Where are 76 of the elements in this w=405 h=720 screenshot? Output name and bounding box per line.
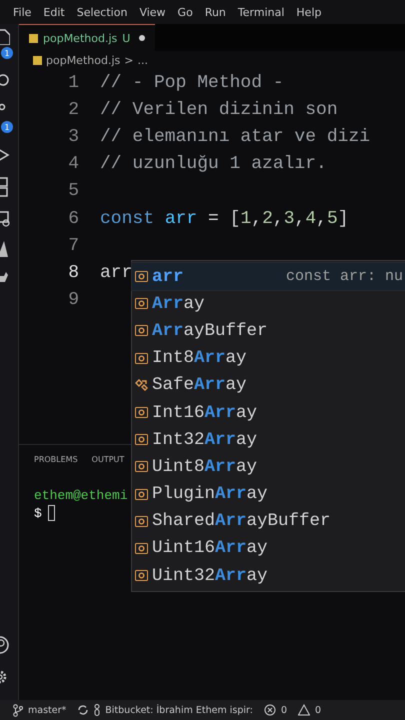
menu-item[interactable]: Run [204,6,226,18]
breadcrumb-item[interactable]: ... [137,54,148,66]
menu-item[interactable]: Go [178,6,193,18]
menu-item[interactable]: Terminal [238,6,284,18]
unsaved-dot-icon [139,35,146,41]
line-number: 6 [67,208,79,229]
suggestion-item[interactable]: SharedArrayBuffer [132,508,405,535]
warning-icon[interactable] [298,704,310,716]
suggestion-item[interactable]: ArrayBuffer [132,317,405,345]
person-icon [94,704,100,716]
warning-count: 0 [314,704,322,716]
code-line: const arr = [1,2,3,4,5] [100,208,349,229]
terminal-prompt: $ [34,506,42,520]
class-icon [135,378,148,392]
account-label[interactable]: Bitbucket: İbrahim Ethem ispir: [105,704,253,716]
line-number: 8 [67,262,79,283]
menu-item[interactable]: File [13,6,32,18]
variable-icon [135,570,148,582]
extensions-icon[interactable] [0,177,10,197]
triangle-icon[interactable] [0,241,8,257]
breadcrumb-item[interactable]: > [124,54,134,66]
line-number: 2 [67,100,79,120]
suggestion-item[interactable]: Uint16Array [132,534,405,562]
variable-icon [135,434,148,446]
play-icon[interactable] [0,147,10,163]
suggestion-item[interactable]: Uint32Array [132,562,405,590]
code-line: // - Pop Method - [100,72,284,93]
menu-item[interactable]: Help [296,6,322,18]
files-icon[interactable] [0,29,10,45]
line-number: 7 [67,236,79,256]
line-number: 4 [67,154,79,174]
error-count: 0 [280,704,287,716]
menu-item[interactable]: Edit [43,6,65,18]
js-file-icon [29,34,38,42]
panel-tab[interactable]: OUTPUT [92,455,124,464]
line-number: 9 [67,290,79,310]
variable-icon [135,542,148,554]
breadcrumb-item[interactable]: popMethod.js [46,54,120,66]
code-line: // Verilen dizinin son [100,100,338,120]
suggestion-item[interactable]: Int32Array [132,426,405,454]
account-icon[interactable] [0,636,10,654]
line-number: 3 [67,126,79,147]
suggestion-item[interactable]: Int16Array [132,398,405,426]
variable-icon [135,352,148,364]
editor-tab[interactable]: popMethod.js U [19,24,156,51]
code-line: // uzunluğu 1 azalır. [100,154,327,174]
js-file-icon [33,56,42,64]
suggestion-item[interactable]: SafeArray [132,372,405,399]
code-line: // elemanını atar ve dizi [100,126,370,147]
suggestion-item[interactable]: Uint8Array [132,453,405,480]
error-icon[interactable] [264,704,276,716]
variable-icon [135,516,148,527]
variable-icon [135,271,148,282]
menu-item[interactable]: View [139,6,166,18]
suggestion-item[interactable]: Array [132,290,405,318]
variable-icon [135,488,148,500]
suggestion-item[interactable]: arr const arr: nu [132,263,405,290]
badge: 1 [1,47,13,59]
branch-label[interactable]: master* [28,704,66,716]
panel-tab[interactable]: PROBLEMS [34,455,78,464]
suggestion-item[interactable]: PluginArray [132,480,405,508]
terminal-text: ethem@ethemi [34,488,128,503]
variable-icon [135,461,148,472]
branch-icon [13,704,23,716]
line-number: 5 [67,181,79,202]
terminal-cursor [48,505,55,521]
variable-icon [135,325,148,336]
suggestion-item[interactable]: Int8Array [132,344,405,372]
sync-icon[interactable] [77,704,90,716]
line-number: 1 [67,72,79,93]
variable-icon [135,298,148,310]
code-line: arr [100,262,132,283]
menu-item[interactable]: Selection [76,6,128,18]
type-detail: const arr: nu [286,268,404,286]
badge: 1 [1,121,13,133]
variable-icon [135,407,148,418]
